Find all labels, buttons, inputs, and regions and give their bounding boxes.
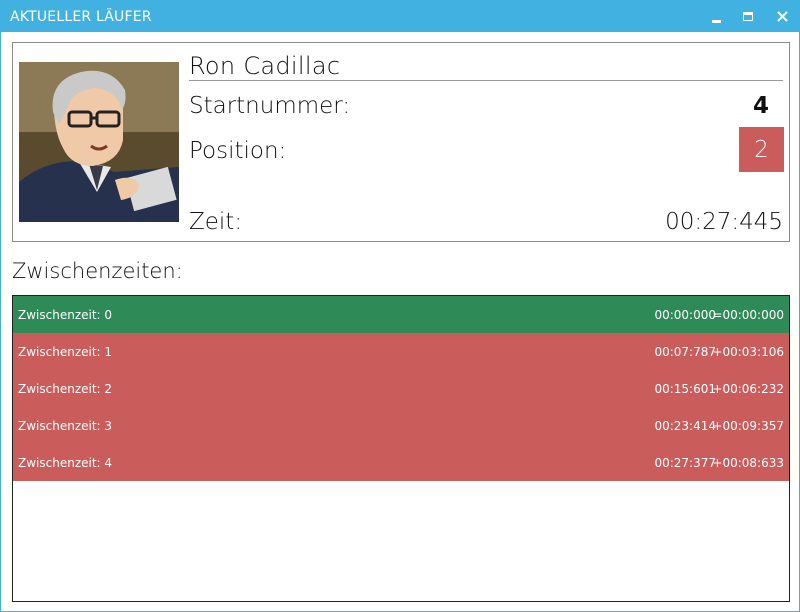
- position-label: Position:: [189, 138, 287, 164]
- runner-name: Ron Cadillac: [189, 52, 341, 80]
- position-badge: 2: [739, 127, 784, 172]
- maximize-button[interactable]: [732, 1, 764, 32]
- start-number-value: 4: [752, 93, 769, 119]
- split-diff: +00:09:357: [712, 419, 784, 433]
- runner-card: Ron Cadillac Startnummer: 4 Position: 2 …: [12, 42, 790, 242]
- split-label: Zwischenzeit: 0: [18, 308, 113, 322]
- split-row[interactable]: Zwischenzeit: 1 00:07:787 +00:03:106: [13, 333, 789, 370]
- split-row[interactable]: Zwischenzeit: 2 00:15:601 +00:06:232: [13, 370, 789, 407]
- split-time: 00:27:377: [654, 456, 716, 470]
- split-label: Zwischenzeit: 1: [18, 345, 113, 359]
- window-title: AKTUELLER LÄUFER: [10, 9, 152, 25]
- splits-heading: Zwischenzeiten:: [12, 259, 183, 283]
- maximize-icon: [743, 12, 753, 21]
- time-value: 00:27:445: [665, 209, 783, 235]
- close-button[interactable]: [766, 1, 798, 32]
- split-diff: =00:00:000: [712, 308, 784, 322]
- split-time: 00:23:414: [654, 419, 716, 433]
- start-number-label: Startnummer:: [189, 93, 351, 119]
- time-label: Zeit:: [189, 209, 243, 235]
- split-diff: +00:03:106: [712, 345, 784, 359]
- minimize-icon: [711, 19, 721, 23]
- close-icon: [776, 11, 788, 22]
- name-divider: [189, 80, 783, 81]
- runner-avatar: [19, 62, 179, 222]
- split-time: 00:07:787: [654, 345, 716, 359]
- split-label: Zwischenzeit: 2: [18, 382, 113, 396]
- title-bar[interactable]: AKTUELLER LÄUFER: [1, 1, 799, 32]
- splits-list[interactable]: Zwischenzeit: 0 00:00:000 =00:00:000 Zwisch…: [12, 295, 790, 602]
- split-row[interactable]: Zwischenzeit: 3 00:23:414 +00:09:357: [13, 407, 789, 444]
- split-time: 00:15:601: [654, 382, 716, 396]
- runner-window: AKTUELLER LÄUFER Ron Cadillac Startnumme…: [0, 0, 800, 612]
- split-label: Zwischenzeit: 3: [18, 419, 113, 433]
- split-diff: +00:06:232: [712, 382, 784, 396]
- minimize-button[interactable]: [700, 1, 732, 32]
- split-row[interactable]: Zwischenzeit: 4 00:27:377 +00:08:633: [13, 444, 789, 481]
- split-row[interactable]: Zwischenzeit: 0 00:00:000 =00:00:000: [13, 296, 789, 333]
- split-label: Zwischenzeit: 4: [18, 456, 113, 470]
- split-time: 00:00:000: [654, 308, 716, 322]
- split-diff: +00:08:633: [712, 456, 784, 470]
